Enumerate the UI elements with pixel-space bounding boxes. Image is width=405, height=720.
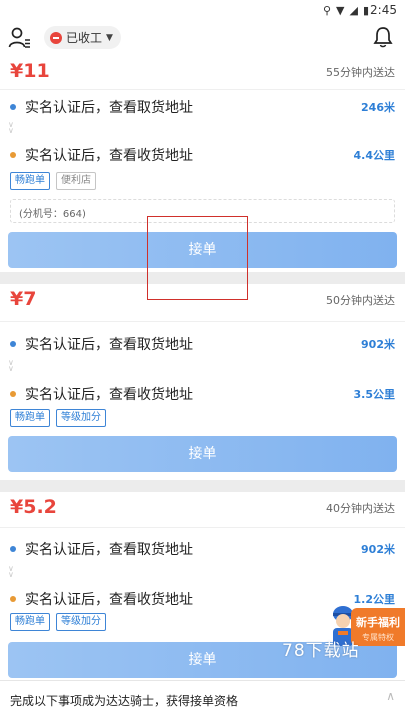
app-header: 已收工 ▼ xyxy=(0,20,405,56)
order-tag: 便利店 xyxy=(56,172,96,190)
dropoff-address: 实名认证后，查看收货地址 3.5公里 xyxy=(10,383,395,405)
pickup-distance: 902米 xyxy=(361,543,395,556)
pickup-text: 实名认证后，查看取货地址 xyxy=(25,337,193,353)
watermark: 78下载站 xyxy=(282,641,360,661)
order-tag: 畅跑单 xyxy=(10,172,50,190)
order-price: ¥5.2 xyxy=(10,496,57,518)
onboarding-bar[interactable]: 完成以下事项成为达达骑士，获得接单资格 ∧ xyxy=(0,680,405,720)
user-icon xyxy=(8,27,30,48)
battery-icon: ▮ xyxy=(362,4,369,17)
pickup-address: 实名认证后，查看取货地址 902米 xyxy=(10,538,395,560)
dropoff-text: 实名认证后，查看收货地址 xyxy=(25,148,193,164)
pickup-text: 实名认证后，查看取货地址 xyxy=(25,542,193,558)
dropoff-text: 实名认证后，查看收货地址 xyxy=(25,592,193,608)
dropoff-distance: 3.5公里 xyxy=(353,388,396,401)
delivery-eta: 40分钟内送达 xyxy=(326,502,395,515)
notifications-button[interactable] xyxy=(373,26,393,48)
dropoff-dot-icon xyxy=(10,391,16,397)
promo-title: 新手福利 xyxy=(356,616,400,629)
caret-down-icon: ▼ xyxy=(106,32,113,43)
accept-order-button[interactable]: 接单 xyxy=(8,436,397,472)
pickup-text: 实名认证后，查看取货地址 xyxy=(25,100,193,116)
pickup-distance: 246米 xyxy=(361,101,395,114)
pickup-dot-icon xyxy=(10,546,16,552)
pickup-dot-icon xyxy=(10,104,16,110)
order-tags: 畅跑单 等级加分 xyxy=(10,409,106,427)
order-price: ¥11 xyxy=(10,60,50,82)
dropoff-text: 实名认证后，查看收货地址 xyxy=(25,387,193,403)
bell-icon xyxy=(373,27,393,48)
stop-status-icon xyxy=(50,31,62,44)
status-icons: ⚲ ▼ ◢ ▮ xyxy=(323,4,369,17)
dropoff-address: 实名认证后，查看收货地址 4.4公里 xyxy=(10,144,395,166)
chevrons-down-icon: ∨ ∨ xyxy=(8,358,14,373)
pickup-address: 实名认证后，查看取货地址 246米 xyxy=(10,96,395,118)
dropoff-dot-icon xyxy=(10,152,16,158)
chevrons-down-icon: ∨ ∨ xyxy=(8,120,14,135)
dropoff-distance: 4.4公里 xyxy=(353,149,396,162)
divider xyxy=(0,527,405,528)
divider xyxy=(0,321,405,322)
status-bar: ⚲ ▼ ◢ ▮ 2:45 xyxy=(0,0,405,20)
delivery-eta: 50分钟内送达 xyxy=(326,294,395,307)
order-price: ¥7 xyxy=(10,288,37,310)
chevron-up-icon[interactable]: ∧ xyxy=(386,689,395,703)
pickup-address: 实名认证后，查看取货地址 902米 xyxy=(10,333,395,355)
order-tags: 畅跑单 便利店 xyxy=(10,172,96,190)
highlight-box xyxy=(147,216,248,300)
work-status-dropdown[interactable]: 已收工 ▼ xyxy=(44,26,121,49)
pickup-dot-icon xyxy=(10,341,16,347)
order-tags: 畅跑单 等级加分 xyxy=(10,613,106,631)
order-tag: 畅跑单 xyxy=(10,409,50,427)
user-menu-button[interactable] xyxy=(8,26,32,50)
signal-icon: ◢ xyxy=(349,4,358,17)
order-tag: 等级加分 xyxy=(56,409,106,427)
order-tag: 等级加分 xyxy=(56,613,106,631)
dropoff-dot-icon xyxy=(10,596,16,602)
location-icon: ⚲ xyxy=(322,4,331,17)
chevrons-down-icon: ∨ ∨ xyxy=(8,564,14,579)
divider xyxy=(0,89,405,90)
pickup-distance: 902米 xyxy=(361,338,395,351)
work-status-label: 已收工 xyxy=(66,31,103,45)
order-card: ¥7 50分钟内送达 实名认证后，查看取货地址 902米 ∨ ∨ 实名认证后，查看… xyxy=(0,284,405,480)
delivery-eta: 55分钟内送达 xyxy=(326,66,395,79)
wifi-icon: ▼ xyxy=(336,4,345,17)
order-tag: 畅跑单 xyxy=(10,613,50,631)
clock: 2:45 xyxy=(370,3,397,17)
onboarding-message: 完成以下事项成为达达骑士，获得接单资格 xyxy=(10,694,239,708)
